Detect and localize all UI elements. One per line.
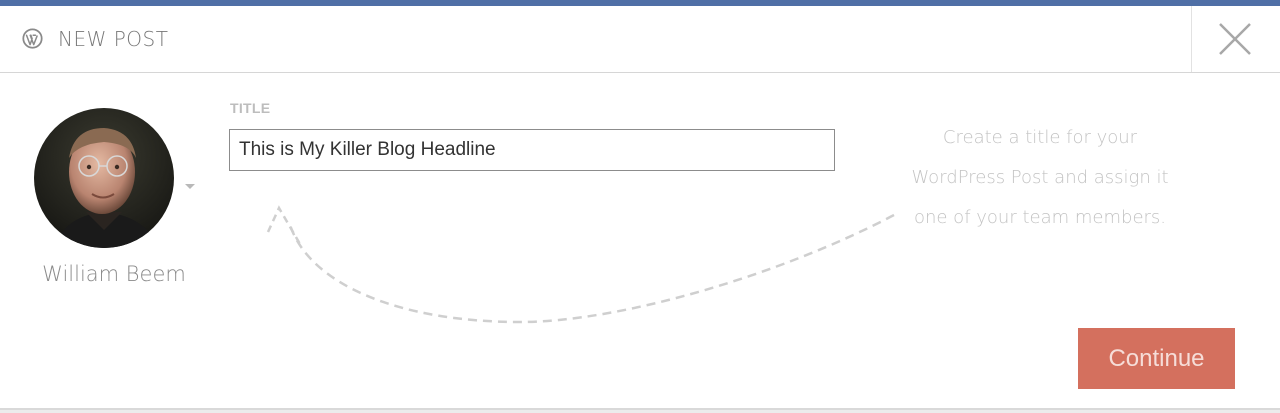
modal-title: NEW POST <box>58 27 169 51</box>
author-avatar[interactable] <box>34 108 174 248</box>
close-icon <box>1219 23 1251 55</box>
continue-button[interactable]: Continue <box>1078 328 1235 389</box>
wordpress-icon <box>22 28 43 49</box>
caret-down-icon[interactable] <box>185 184 195 189</box>
helper-line: Create a title for your <box>942 127 1138 148</box>
avatar-image <box>34 108 174 248</box>
new-post-modal: NEW POST William Beem TITLE This is My K… <box>0 0 1280 413</box>
helper-line: one of your team members. <box>913 207 1167 228</box>
helper-line: WordPress Post and assign it <box>911 167 1169 188</box>
title-label: TITLE <box>230 100 271 116</box>
helper-text: Create a title for your WordPress Post a… <box>904 118 1176 238</box>
title-input[interactable] <box>229 129 835 171</box>
modal-header: NEW POST <box>0 6 1280 73</box>
author-name: William Beem <box>42 262 186 286</box>
close-button[interactable] <box>1191 6 1280 72</box>
